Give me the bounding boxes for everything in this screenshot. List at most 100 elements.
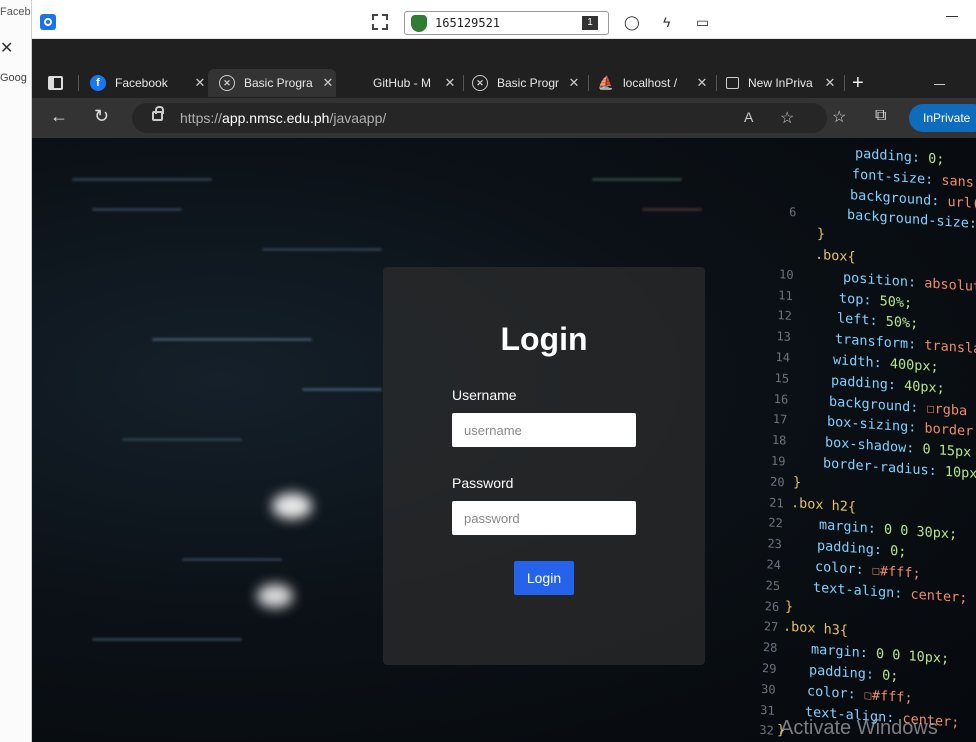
tab-basic-programming-active[interactable]: ✕ Basic Progra ✕ [208, 69, 336, 97]
favorites-icon[interactable]: ☆ [832, 107, 846, 127]
close-tab-icon[interactable]: ✕ [442, 75, 458, 91]
bg-code-streak [152, 338, 312, 341]
refresh-icon[interactable]: ↻ [94, 106, 109, 127]
password-input[interactable] [452, 501, 636, 535]
shield-icon [411, 15, 427, 32]
tab-basic-programming[interactable]: ✕ Basic Progr ✕ [472, 69, 582, 97]
code-line: left: 50%; [837, 310, 919, 333]
code-line-number: 12 [777, 308, 792, 324]
fullscreen-icon[interactable] [372, 14, 388, 30]
tab-label: Facebook [115, 76, 168, 90]
code-line: top: 50%; [839, 289, 913, 312]
background-window-text: Goog [0, 72, 27, 84]
add-favorite-icon[interactable]: ☆ [780, 108, 794, 128]
code-line-number: 11 [778, 287, 793, 303]
session-id: 165129521 [435, 16, 501, 30]
tab-localhost[interactable]: ⛵ localhost / ✕ [598, 69, 710, 97]
password-label: Password [452, 475, 514, 491]
tab-label: localhost / [623, 76, 678, 90]
tab-new-inprivate[interactable]: New InPriva ✕ [726, 69, 838, 97]
screen: Faceb ✕ Goog 165129521 1 ◯ ϟ ▭ f Faceboo… [0, 0, 976, 742]
close-tab-icon[interactable]: ✕ [822, 75, 838, 91]
bg-code-streak [92, 638, 242, 641]
chat-icon[interactable]: ◯ [624, 14, 640, 31]
lightning-icon[interactable]: ϟ [663, 14, 670, 30]
url-text[interactable]: https://app.nmsc.edu.ph/javaapp/ [180, 110, 386, 126]
code-line-number: 28 [762, 640, 778, 656]
code-line-number: 15 [774, 370, 790, 386]
tab-label: New InPriva [748, 76, 813, 90]
back-arrow-icon[interactable]: ← [50, 106, 68, 127]
code-line-number: 10 [779, 266, 794, 282]
background-window-title: Faceb [0, 6, 31, 18]
code-line-number: 30 [761, 681, 776, 697]
facebook-icon: f [90, 75, 106, 91]
code-line-number: 26 [764, 598, 780, 614]
code-panel: padding: 0; font-size: sans background: ur… [759, 138, 976, 742]
url-host: app.nmsc.edu.ph [222, 110, 330, 126]
code-line-number: 27 [763, 619, 779, 635]
close-tab-icon[interactable]: ✕ [320, 75, 336, 91]
close-tab-icon[interactable]: ✕ [694, 75, 710, 91]
code-line: padding: 0; [809, 662, 899, 685]
code-line-number: 32 [759, 723, 774, 739]
code-line-number: 14 [775, 349, 790, 365]
tab-facebook[interactable]: f Facebook ✕ [90, 69, 208, 97]
tab-github[interactable]: GitHub - M ✕ [348, 69, 458, 97]
login-title: Login [500, 321, 588, 357]
close-tab-icon[interactable]: ✕ [566, 75, 582, 91]
code-line-number: 24 [766, 557, 781, 573]
bg-code-streak [302, 388, 382, 391]
code-line: } [793, 473, 802, 491]
bg-code-streak [262, 248, 382, 251]
code-line: } [817, 225, 826, 243]
monitor-number[interactable]: 1 [582, 16, 598, 30]
login-button[interactable]: Login [514, 561, 574, 595]
code-line: background-size: [847, 207, 976, 233]
code-line: .box h2{ [791, 494, 857, 516]
bg-code-streak [182, 558, 282, 561]
code-line-number: 13 [776, 329, 791, 345]
background-close-icon[interactable]: ✕ [0, 38, 13, 58]
code-line-number: 21 [769, 495, 784, 511]
code-line-number: 18 [771, 432, 787, 448]
code-line-number: 17 [772, 412, 788, 428]
background-window: Faceb ✕ Goog [0, 0, 32, 742]
code-line-number: 23 [767, 536, 782, 552]
collections-icon[interactable]: ⧉ [875, 107, 886, 125]
remote-app-icon [40, 14, 56, 30]
code-line: .box h3{ [783, 618, 849, 640]
code-line-number: 20 [770, 474, 785, 490]
code-line-number: 22 [768, 515, 783, 531]
code-line-number: 25 [765, 578, 781, 594]
bg-code-streak [72, 178, 212, 181]
github-icon [348, 75, 364, 91]
window-minimize-icon[interactable] [934, 84, 945, 85]
code-line: color: ☐#fff; [807, 682, 913, 707]
basic-prog-icon: ✕ [472, 75, 488, 91]
activate-windows-watermark: Activate Windows [780, 717, 938, 739]
phpmyadmin-icon: ⛵ [597, 75, 615, 90]
browser-tab-bar: f Facebook ✕ ✕ Basic Progra ✕ GitHub - M… [32, 39, 976, 98]
new-tab-button[interactable]: + [852, 72, 864, 95]
minimize-icon[interactable] [946, 16, 958, 17]
bg-code-streak [92, 208, 182, 211]
bg-blur-spot [272, 493, 312, 519]
display-icon[interactable]: ▭ [696, 14, 709, 31]
lock-icon[interactable] [152, 106, 164, 121]
tab-label: Basic Progr [497, 76, 560, 90]
read-aloud-icon[interactable]: A [744, 109, 753, 125]
code-line: padding: 0; [817, 537, 907, 561]
username-input[interactable] [452, 413, 636, 447]
basic-prog-icon: ✕ [219, 75, 235, 91]
session-id-box: 165129521 1 [404, 11, 609, 35]
inprivate-tab-icon [726, 77, 739, 89]
address-bar[interactable]: https://app.nmsc.edu.ph/javaapp/ A ☆ [132, 103, 827, 133]
code-line: text-align: center; [813, 579, 968, 607]
bg-code-streak [592, 178, 682, 181]
code-line-number: 16 [773, 391, 789, 407]
code-line: color: ☐#fff; [815, 558, 921, 583]
close-tab-icon[interactable]: ✕ [192, 75, 208, 91]
inprivate-badge[interactable]: InPrivate [909, 104, 976, 132]
vertical-tabs-icon[interactable] [48, 76, 63, 90]
